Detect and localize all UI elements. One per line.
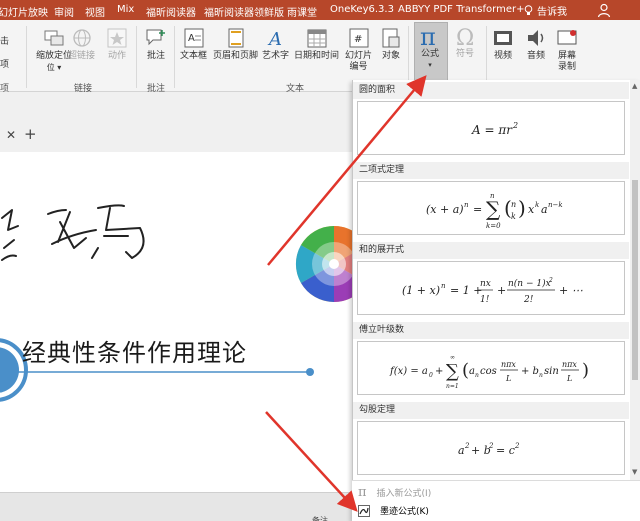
annotation-arrows: [265, 75, 427, 512]
powerpoint-window: 幻灯片放映 审阅 视图 Mix 福昕阅读器 福昕阅读器领鲜版 雨课堂 OneKe…: [0, 0, 640, 521]
red-arrow-to-equation-button: [267, 75, 427, 266]
red-arrow-to-ink-equation: [265, 411, 358, 512]
